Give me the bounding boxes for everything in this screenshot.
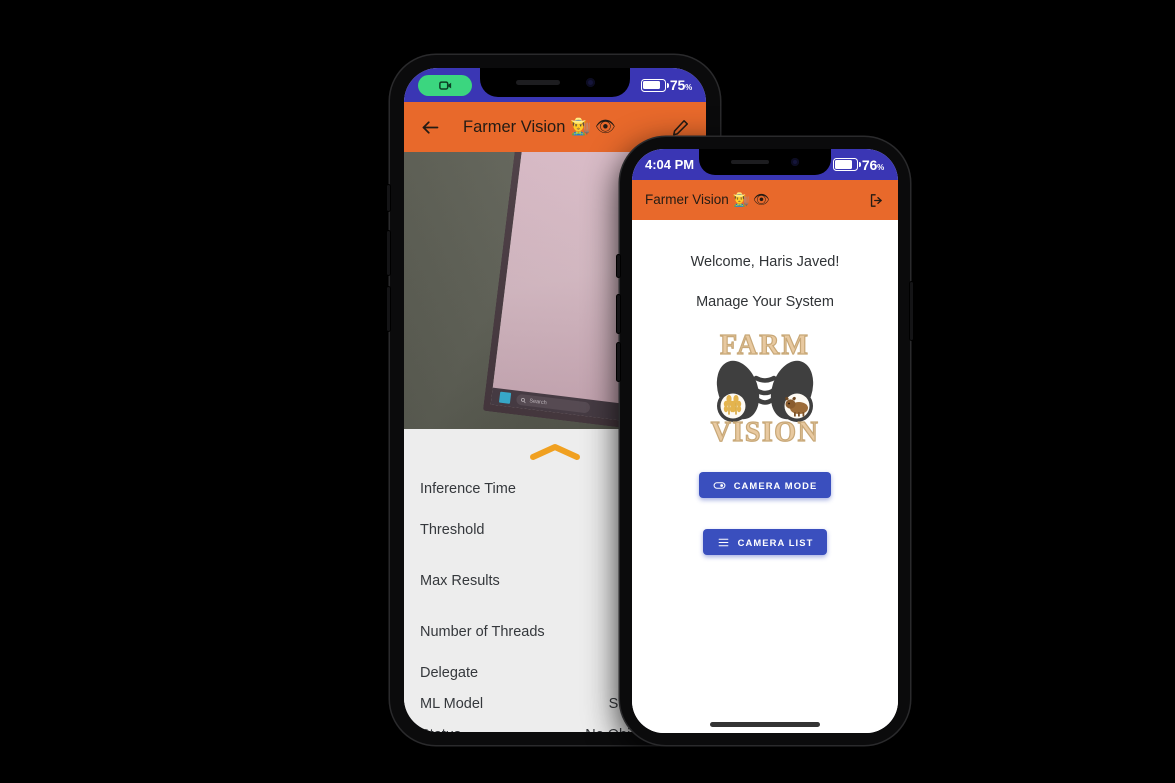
manage-system-label: Manage Your System	[696, 294, 834, 310]
right-phone-volume-down-button[interactable]	[617, 343, 620, 381]
battery-percent-suffix: %	[685, 83, 692, 92]
farm-vision-binoculars-logo: FARM VISION	[690, 328, 840, 448]
right-phone-mute-button[interactable]	[617, 255, 620, 277]
right-phone-power-button[interactable]	[910, 282, 913, 340]
left-phone-notch	[480, 68, 630, 97]
dashboard-body: Welcome, Haris Javed! Manage Your System…	[632, 220, 898, 733]
right-status-bar: 4:04 PM 76%	[632, 149, 898, 180]
camera-recording-icon	[418, 74, 472, 96]
battery-percent-value: 76	[861, 156, 878, 173]
right-phone-volume-up-button[interactable]	[617, 295, 620, 333]
phone-right-dashboard-screen: 4:04 PM 76% Farmer Vision 👨‍🌾 👁 Welcome,…	[617, 137, 913, 745]
back-arrow-icon[interactable]	[420, 117, 441, 138]
chevron-up-icon	[530, 444, 580, 460]
camera-list-label: CAMERA LIST	[737, 536, 814, 548]
left-status-bar: 75%	[404, 68, 706, 102]
right-app-bar-title: Farmer Vision 👨‍🌾 👁	[645, 192, 771, 207]
camera-mode-button[interactable]: CAMERA MODE	[698, 472, 832, 498]
left-app-bar-title: Farmer Vision 👨‍🌾 👁	[463, 117, 617, 136]
camera-mode-label: CAMERA MODE	[733, 479, 818, 491]
left-status-left	[404, 74, 472, 96]
settings-label: Threshold	[420, 521, 485, 538]
front-camera-icon	[791, 157, 799, 166]
battery-percent-label: 75%	[670, 77, 692, 93]
welcome-message: Welcome, Haris Javed!	[690, 254, 840, 270]
battery-percent-suffix: %	[877, 162, 884, 172]
front-camera-icon	[585, 77, 595, 87]
clock-label: 4:04 PM	[645, 157, 695, 172]
earpiece-speaker	[515, 79, 560, 85]
settings-label: Inference Time	[420, 480, 516, 497]
left-status-right: 75%	[640, 77, 706, 93]
camera-list-button[interactable]: CAMERA LIST	[702, 529, 828, 555]
earpiece-speaker	[731, 159, 769, 164]
settings-label: Status	[420, 727, 461, 733]
battery-percent-label: 76%	[862, 157, 884, 173]
right-status-right: 76%	[832, 157, 898, 173]
settings-label: ML Model	[420, 695, 484, 712]
svg-text:VISION: VISION	[711, 417, 820, 446]
right-app-bar: Farmer Vision 👨‍🌾 👁	[632, 180, 898, 220]
battery-icon	[832, 158, 861, 171]
left-phone-mute-button[interactable]	[387, 185, 390, 211]
settings-label: Max Results	[420, 572, 500, 589]
list-icon	[718, 538, 728, 546]
svg-text:FARM: FARM	[720, 330, 810, 361]
logout-icon[interactable]	[868, 192, 885, 209]
settings-label: Number of Threads	[420, 623, 545, 640]
home-indicator	[710, 722, 820, 727]
right-phone-screen: 4:04 PM 76% Farmer Vision 👨‍🌾 👁 Welcome,…	[632, 149, 898, 733]
left-phone-volume-down-button[interactable]	[387, 287, 390, 331]
screenshot-stage: 75% Farmer Vision 👨‍🌾 👁	[0, 0, 1175, 783]
pencil-icon[interactable]	[671, 118, 690, 137]
battery-icon	[640, 78, 669, 92]
right-phone-notch	[699, 149, 831, 175]
toggle-switch-icon	[713, 481, 726, 489]
left-phone-volume-up-button[interactable]	[387, 231, 390, 275]
battery-percent-value: 75	[669, 77, 686, 93]
settings-label: Delegate	[420, 664, 479, 681]
